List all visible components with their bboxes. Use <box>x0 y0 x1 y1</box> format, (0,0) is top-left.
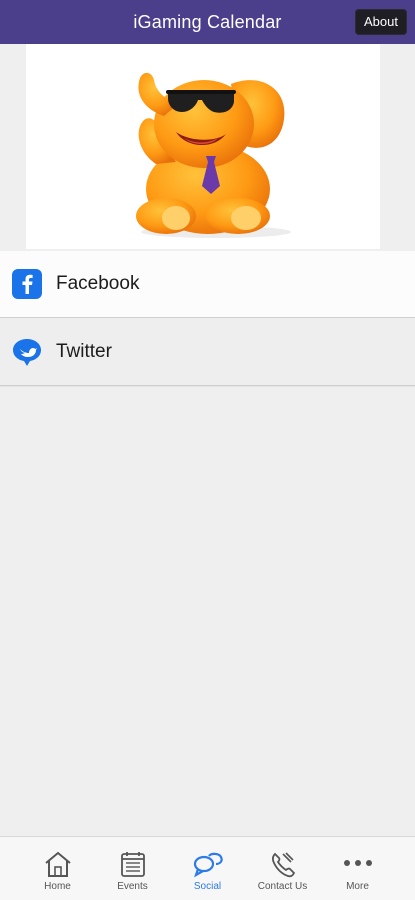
mascot-banner <box>26 44 380 249</box>
tab-events-label: Events <box>117 881 148 892</box>
page-title: iGaming Calendar <box>133 11 282 32</box>
about-button[interactable]: About <box>355 9 407 35</box>
elephant-mascot-image <box>136 72 291 238</box>
tab-home-label: Home <box>44 881 71 892</box>
phone-icon <box>266 849 300 879</box>
chat-bubbles-icon <box>191 849 225 879</box>
tab-more-label: More <box>346 881 369 892</box>
facebook-row[interactable]: Facebook <box>0 251 415 318</box>
tab-contact-us-label: Contact Us <box>257 881 308 892</box>
tab-home[interactable]: Home <box>27 837 89 892</box>
tab-more[interactable]: More <box>327 837 389 892</box>
calendar-list-icon <box>116 849 150 879</box>
twitter-bird-icon <box>11 336 43 368</box>
tab-contact-us[interactable]: Contact Us <box>252 837 314 892</box>
tab-events[interactable]: Events <box>102 837 164 892</box>
nav-header: iGaming Calendar About <box>0 0 415 44</box>
twitter-label: Twitter <box>56 340 112 362</box>
facebook-label: Facebook <box>56 273 140 294</box>
more-dots-icon <box>341 849 375 879</box>
facebook-icon <box>11 268 43 300</box>
twitter-row[interactable]: Twitter <box>0 318 415 386</box>
home-icon <box>41 849 75 879</box>
social-links-list: Facebook Twitter <box>0 251 415 386</box>
tab-social-label: Social <box>193 881 222 892</box>
bottom-tab-bar: Home Events Social Contact Us More <box>0 836 415 900</box>
tab-social[interactable]: Social <box>177 837 239 892</box>
